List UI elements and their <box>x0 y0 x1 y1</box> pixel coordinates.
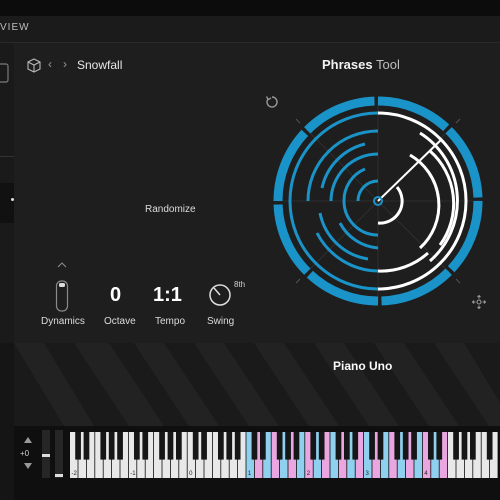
black-key[interactable] <box>318 432 325 460</box>
octave-label: -1 <box>130 471 136 477</box>
black-key[interactable] <box>436 432 443 460</box>
keyboard-side-value: +0 <box>20 449 30 458</box>
next-preset-icon[interactable]: › <box>63 57 67 71</box>
black-key[interactable] <box>402 432 409 460</box>
black-key[interactable] <box>352 432 359 460</box>
black-key[interactable] <box>251 432 258 460</box>
black-key[interactable] <box>176 432 182 460</box>
swing-unit: 8th <box>234 280 246 289</box>
piano-keyboard[interactable]: -2 -1 0 1 2 3 4 <box>70 432 500 478</box>
black-key[interactable] <box>394 432 401 460</box>
black-key[interactable] <box>226 432 233 460</box>
black-key[interactable] <box>142 432 149 460</box>
black-key[interactable] <box>167 432 174 460</box>
instrument-area <box>14 343 500 426</box>
swing-label: Swing <box>207 316 235 327</box>
knob-icon[interactable] <box>208 283 232 307</box>
black-key[interactable] <box>369 432 375 460</box>
black-key[interactable] <box>117 432 123 460</box>
panel-title: Phrases Tool <box>322 57 400 72</box>
pitch-wheel[interactable] <box>42 430 50 478</box>
black-key[interactable] <box>411 432 417 460</box>
black-key[interactable] <box>201 432 207 460</box>
tempo-value[interactable]: 1:1 <box>153 284 182 307</box>
octave-down-icon[interactable] <box>24 463 32 469</box>
dynamics-up-icon <box>57 262 67 268</box>
black-key[interactable] <box>159 432 165 460</box>
black-key[interactable] <box>218 432 224 460</box>
menu-bar: VIEW <box>0 16 500 43</box>
black-key[interactable] <box>285 432 291 460</box>
octave-label: Octave <box>104 316 136 327</box>
sidebar-icon[interactable] <box>0 62 12 84</box>
black-key[interactable] <box>108 432 115 460</box>
title-bold: Phrases <box>322 57 373 72</box>
waveform-icon[interactable] <box>149 143 191 191</box>
black-key[interactable] <box>344 432 350 460</box>
sidebar-selected-item[interactable] <box>0 183 14 223</box>
piano-background <box>14 343 500 426</box>
black-key[interactable] <box>377 432 384 460</box>
dynamics-label: Dynamics <box>41 316 85 327</box>
menu-view[interactable]: VIEW <box>0 22 30 33</box>
black-key[interactable] <box>260 432 266 460</box>
black-key[interactable] <box>486 432 493 460</box>
phrase-circle[interactable] <box>270 93 486 309</box>
black-key[interactable] <box>83 432 90 460</box>
cube-icon[interactable] <box>27 58 41 73</box>
sidebar-divider <box>0 156 14 157</box>
mod-wheel[interactable] <box>55 430 63 478</box>
black-key[interactable] <box>75 432 81 460</box>
black-key[interactable] <box>428 432 434 460</box>
octave-label: -2 <box>72 471 78 477</box>
black-key[interactable] <box>100 432 107 460</box>
preset-name[interactable]: Snowfall <box>77 58 122 72</box>
black-key[interactable] <box>276 432 283 460</box>
black-key[interactable] <box>134 432 140 460</box>
prev-preset-icon[interactable]: ‹ <box>48 57 52 71</box>
title-thin: Tool <box>375 57 400 72</box>
black-key[interactable] <box>293 432 300 460</box>
black-key[interactable] <box>234 432 241 460</box>
instrument-name: Piano Uno <box>333 359 393 373</box>
black-key[interactable] <box>335 432 342 460</box>
octave-value[interactable]: 0 <box>110 284 121 307</box>
top-bar <box>0 0 500 16</box>
octave-up-icon[interactable] <box>24 437 32 443</box>
black-key[interactable] <box>470 432 476 460</box>
black-key[interactable] <box>453 432 459 460</box>
tempo-label: Tempo <box>155 316 186 327</box>
black-key[interactable] <box>192 432 199 460</box>
randomize-label[interactable]: Randomize <box>145 204 196 215</box>
black-key[interactable] <box>461 432 468 460</box>
dynamics-slider[interactable] <box>55 261 69 313</box>
black-key[interactable] <box>310 432 317 460</box>
